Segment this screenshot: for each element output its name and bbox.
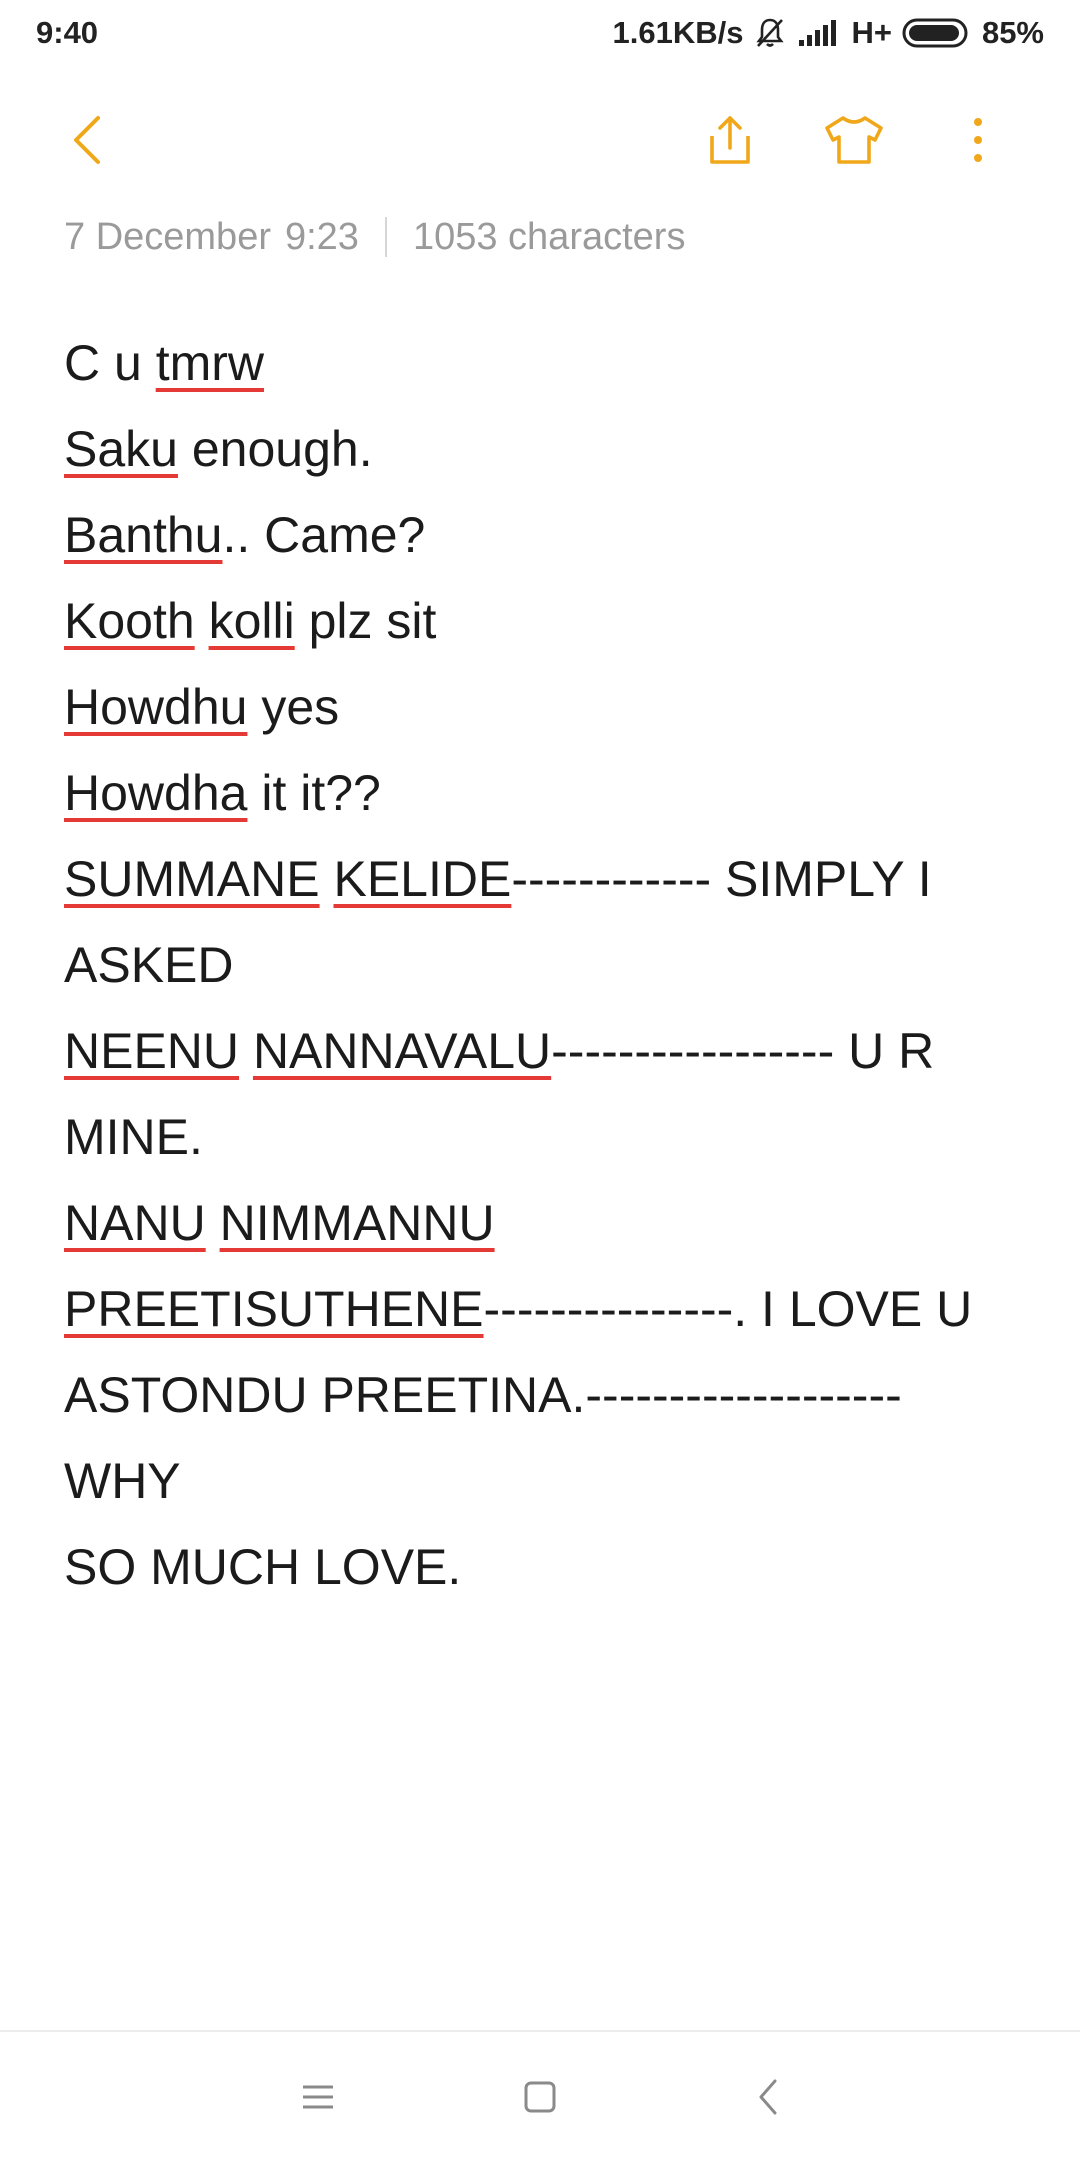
misspelled-word: Saku <box>64 421 178 477</box>
home-button[interactable] <box>500 2057 580 2137</box>
signal-icon <box>797 18 841 48</box>
misspelled-word: Banthu <box>64 507 223 563</box>
note-screen: 9:40 1.61KB/s H+ 85% 7 December 9:23 105… <box>0 0 1080 2160</box>
bell-muted-icon <box>753 16 787 50</box>
misspelled-word: KELIDE <box>333 851 512 907</box>
recent-apps-button[interactable] <box>278 2057 358 2137</box>
note-line: NEENU NANNAVALU----------------- U R <box>64 1023 935 1079</box>
misspelled-word: NIMMANNU <box>219 1195 495 1251</box>
misspelled-word: Kooth <box>64 593 195 649</box>
misspelled-word: PREETISUTHENE <box>64 1281 484 1337</box>
note-time: 9:23 <box>284 215 359 258</box>
note-line: NANU NIMMANNU <box>64 1180 1024 1266</box>
misspelled-word: NEENU <box>64 1023 240 1079</box>
home-square-icon <box>524 2081 556 2113</box>
note-line: SUMMANE KELIDE------------ SIMPLY I <box>64 851 932 907</box>
back-icon <box>759 2079 777 2115</box>
note-line: Banthu.. Came? <box>64 507 426 563</box>
note-line: Saku enough. <box>64 421 373 477</box>
note-date: 7 December <box>64 215 271 258</box>
misspelled-word: NANNAVALU <box>252 1023 552 1079</box>
misspelled-word: Howdhu <box>64 679 248 735</box>
misspelled-word: tmrw <box>155 335 265 391</box>
status-time: 9:40 <box>36 15 99 50</box>
network-type: H+ <box>851 15 892 50</box>
share-button[interactable] <box>690 100 770 180</box>
back-chevron-icon <box>74 116 100 164</box>
misspelled-word: kolli <box>208 593 295 649</box>
note-toolbar <box>0 100 1080 180</box>
status-bar: 9:40 1.61KB/s H+ 85% <box>0 0 1080 66</box>
net-speed: 1.61KB/s <box>612 15 744 50</box>
theme-button[interactable] <box>814 100 894 180</box>
note-line: C u tmrw <box>64 335 265 391</box>
note-line: Howdha it it?? <box>64 765 381 821</box>
battery-icon <box>902 16 972 50</box>
back-button[interactable] <box>48 100 128 180</box>
note-body[interactable]: C u tmrw Saku enough. Banthu.. Came? Koo… <box>64 320 1024 1610</box>
note-line: PREETISUTHENE---------------. I LOVE U <box>64 1281 973 1337</box>
theme-shirt-icon <box>825 116 883 164</box>
note-line: Howdhu yes <box>64 679 340 735</box>
meta-divider <box>384 217 387 257</box>
menu-icon <box>303 2085 333 2109</box>
note-line: ASKED <box>64 937 234 993</box>
status-right: 1.61KB/s H+ 85% <box>612 15 1044 51</box>
char-count: 1053 characters <box>412 215 686 258</box>
note-line: SO MUCH LOVE. <box>64 1539 462 1595</box>
misspelled-word: NANU <box>64 1195 206 1251</box>
more-vertical-icon <box>974 118 982 162</box>
more-options-button[interactable] <box>938 100 1018 180</box>
system-nav-bar <box>0 2030 1080 2160</box>
misspelled-word: Howdha <box>64 765 248 821</box>
note-line: MINE. <box>64 1109 203 1165</box>
misspelled-word: SUMMANE <box>64 851 320 907</box>
note-line: Kooth kolli plz sit <box>64 593 437 649</box>
note-line: ASTONDU PREETINA.------------------- WHY <box>64 1367 916 1509</box>
system-back-button[interactable] <box>728 2057 808 2137</box>
battery-percent: 85% <box>981 15 1044 50</box>
note-meta: 7 December 9:23 1053 characters <box>64 212 685 262</box>
share-icon <box>710 116 750 164</box>
